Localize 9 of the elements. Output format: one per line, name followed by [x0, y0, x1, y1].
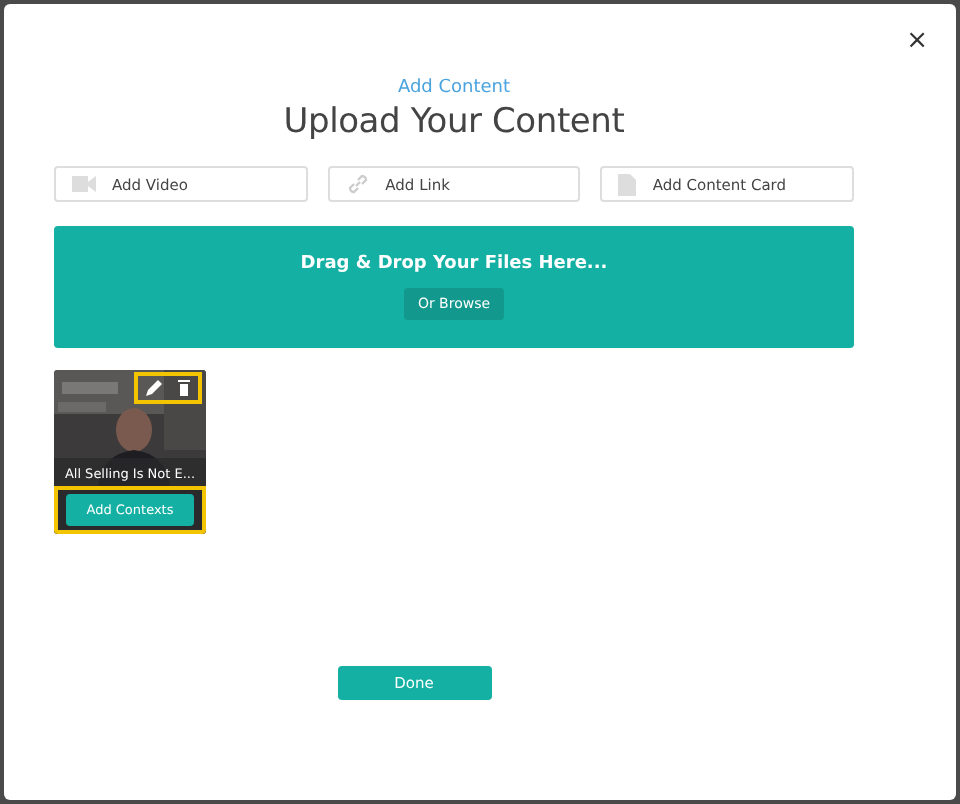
link-icon — [345, 172, 370, 196]
video-camera-icon — [72, 176, 96, 192]
trash-icon[interactable] — [178, 380, 190, 396]
document-icon — [618, 173, 637, 195]
modal-title: Upload Your Content — [283, 100, 625, 144]
close-button[interactable]: × — [906, 28, 928, 56]
dropzone-text: Drag & Drop Your Files Here... — [300, 252, 608, 278]
pencil-icon[interactable] — [146, 380, 162, 396]
modal-subtitle: Add Content — [397, 76, 511, 100]
